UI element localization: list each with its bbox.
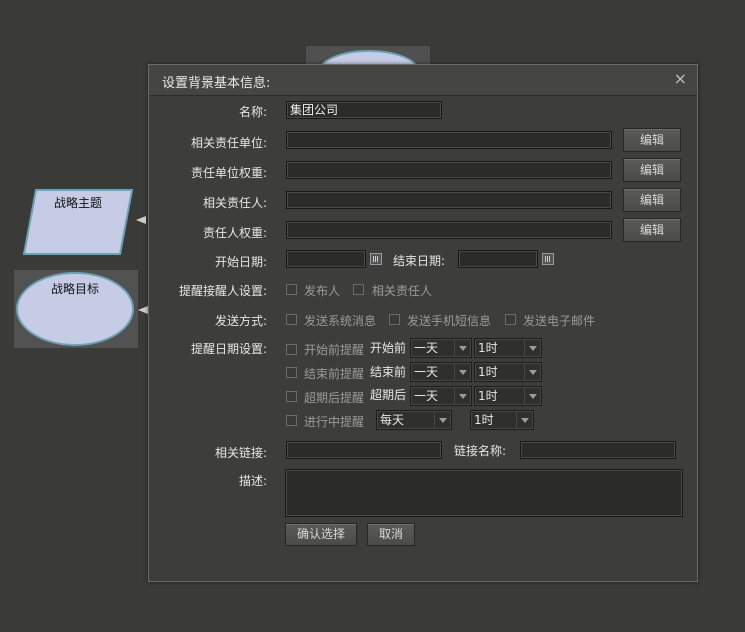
- chevron-down-icon: [454, 363, 471, 381]
- start-date-input[interactable]: [286, 250, 366, 268]
- resp-person-input[interactable]: [286, 191, 612, 209]
- confirm-button[interactable]: 确认选择: [285, 523, 357, 546]
- hour-select-value: 1时: [474, 413, 494, 427]
- before-start-prefix: 开始前: [370, 341, 407, 355]
- email-option-label: 发送电子邮件: [523, 314, 596, 328]
- send-method-label: 发送方式:: [214, 314, 267, 328]
- close-icon[interactable]: ×: [674, 69, 687, 88]
- chevron-down-icon: [516, 411, 533, 429]
- person-weight-edit-button[interactable]: 编辑: [623, 218, 681, 242]
- before-start-hour-select[interactable]: 1时: [474, 338, 542, 358]
- calendar-icon[interactable]: [542, 253, 554, 265]
- dialog-header: 设置背景基本信息: ×: [149, 65, 697, 96]
- chevron-down-icon: [524, 363, 541, 381]
- unit-weight-input[interactable]: [286, 161, 612, 179]
- start-date-label: 开始日期:: [214, 255, 267, 269]
- overdue-hour-select[interactable]: 1时: [474, 386, 542, 406]
- link-input[interactable]: [286, 441, 442, 459]
- chevron-down-icon: [454, 387, 471, 405]
- unit-weight-edit-button[interactable]: 编辑: [623, 158, 681, 182]
- chevron-down-icon: [454, 339, 471, 357]
- resp-person-option-label: 相关责任人: [372, 284, 433, 298]
- name-label: 名称:: [238, 105, 267, 119]
- before-end-day-select[interactable]: 一天: [410, 362, 472, 382]
- day-select-value: 一天: [414, 341, 439, 355]
- resp-unit-label: 相关责任单位:: [190, 136, 267, 150]
- end-date-input[interactable]: [458, 250, 538, 268]
- in-progress-checkbox[interactable]: [286, 415, 297, 426]
- connector-arrow-icon: [136, 216, 146, 224]
- canvas-node-strategic-theme[interactable]: 战略主题: [22, 188, 134, 256]
- resp-person-edit-button[interactable]: 编辑: [623, 188, 681, 212]
- person-weight-input[interactable]: [286, 221, 612, 239]
- email-checkbox[interactable]: [505, 314, 516, 325]
- canvas-node-label: 战略主题: [53, 196, 102, 210]
- hour-select-value: 1时: [478, 341, 498, 355]
- before-end-option-label: 结束前提醒: [304, 367, 365, 381]
- resp-unit-edit-button[interactable]: 编辑: [623, 128, 681, 152]
- before-start-checkbox[interactable]: [286, 344, 297, 355]
- before-end-prefix: 结束前: [370, 365, 407, 379]
- system-message-checkbox[interactable]: [286, 314, 297, 325]
- before-end-checkbox[interactable]: [286, 367, 297, 378]
- system-message-option-label: 发送系统消息: [304, 314, 377, 328]
- link-name-input[interactable]: [520, 441, 676, 459]
- link-name-label: 链接名称:: [454, 444, 507, 458]
- overdue-day-select[interactable]: 一天: [410, 386, 472, 406]
- chevron-down-icon: [434, 411, 451, 429]
- sms-checkbox[interactable]: [389, 314, 400, 325]
- description-label: 描述:: [238, 474, 267, 488]
- overdue-checkbox[interactable]: [286, 391, 297, 402]
- cancel-button[interactable]: 取消: [367, 523, 415, 546]
- chevron-down-icon: [524, 339, 541, 357]
- canvas-node-label: 战略目标: [50, 282, 99, 296]
- end-date-label: 结束日期:: [393, 254, 446, 268]
- before-end-hour-select[interactable]: 1时: [474, 362, 542, 382]
- name-input[interactable]: 集团公司: [286, 101, 442, 119]
- overdue-prefix: 超期后: [370, 388, 407, 402]
- in-progress-day-select[interactable]: 每天: [376, 410, 452, 430]
- day-select-value: 每天: [380, 413, 405, 427]
- sms-option-label: 发送手机短信息: [407, 314, 492, 328]
- resp-person-label: 相关责任人:: [202, 196, 267, 210]
- publisher-option-label: 发布人: [304, 284, 341, 298]
- before-start-day-select[interactable]: 一天: [410, 338, 472, 358]
- dialog-title: 设置背景基本信息:: [162, 76, 271, 91]
- day-select-value: 一天: [414, 365, 439, 379]
- before-start-option-label: 开始前提醒: [304, 343, 365, 357]
- description-textarea[interactable]: [285, 469, 683, 517]
- resp-person-checkbox[interactable]: [353, 284, 364, 295]
- settings-dialog: 设置背景基本信息: × 名称: 集团公司 相关责任单位: 编辑 责任单位权重: …: [148, 64, 698, 582]
- person-weight-label: 责任人权重:: [202, 226, 267, 240]
- day-select-value: 一天: [414, 389, 439, 403]
- overdue-option-label: 超期后提醒: [304, 391, 365, 405]
- reminder-date-label: 提醒日期设置:: [190, 342, 267, 356]
- resp-unit-input[interactable]: [286, 131, 612, 149]
- publisher-checkbox[interactable]: [286, 284, 297, 295]
- in-progress-hour-select[interactable]: 1时: [470, 410, 534, 430]
- hour-select-value: 1时: [478, 389, 498, 403]
- connector-arrow-icon: [138, 306, 148, 314]
- hour-select-value: 1时: [478, 365, 498, 379]
- in-progress-option-label: 进行中提醒: [304, 415, 365, 429]
- unit-weight-label: 责任单位权重:: [190, 166, 267, 180]
- link-label: 相关链接:: [214, 446, 267, 460]
- reminder-person-label: 提醒接醒人设置:: [178, 284, 267, 298]
- calendar-icon[interactable]: [370, 253, 382, 265]
- chevron-down-icon: [524, 387, 541, 405]
